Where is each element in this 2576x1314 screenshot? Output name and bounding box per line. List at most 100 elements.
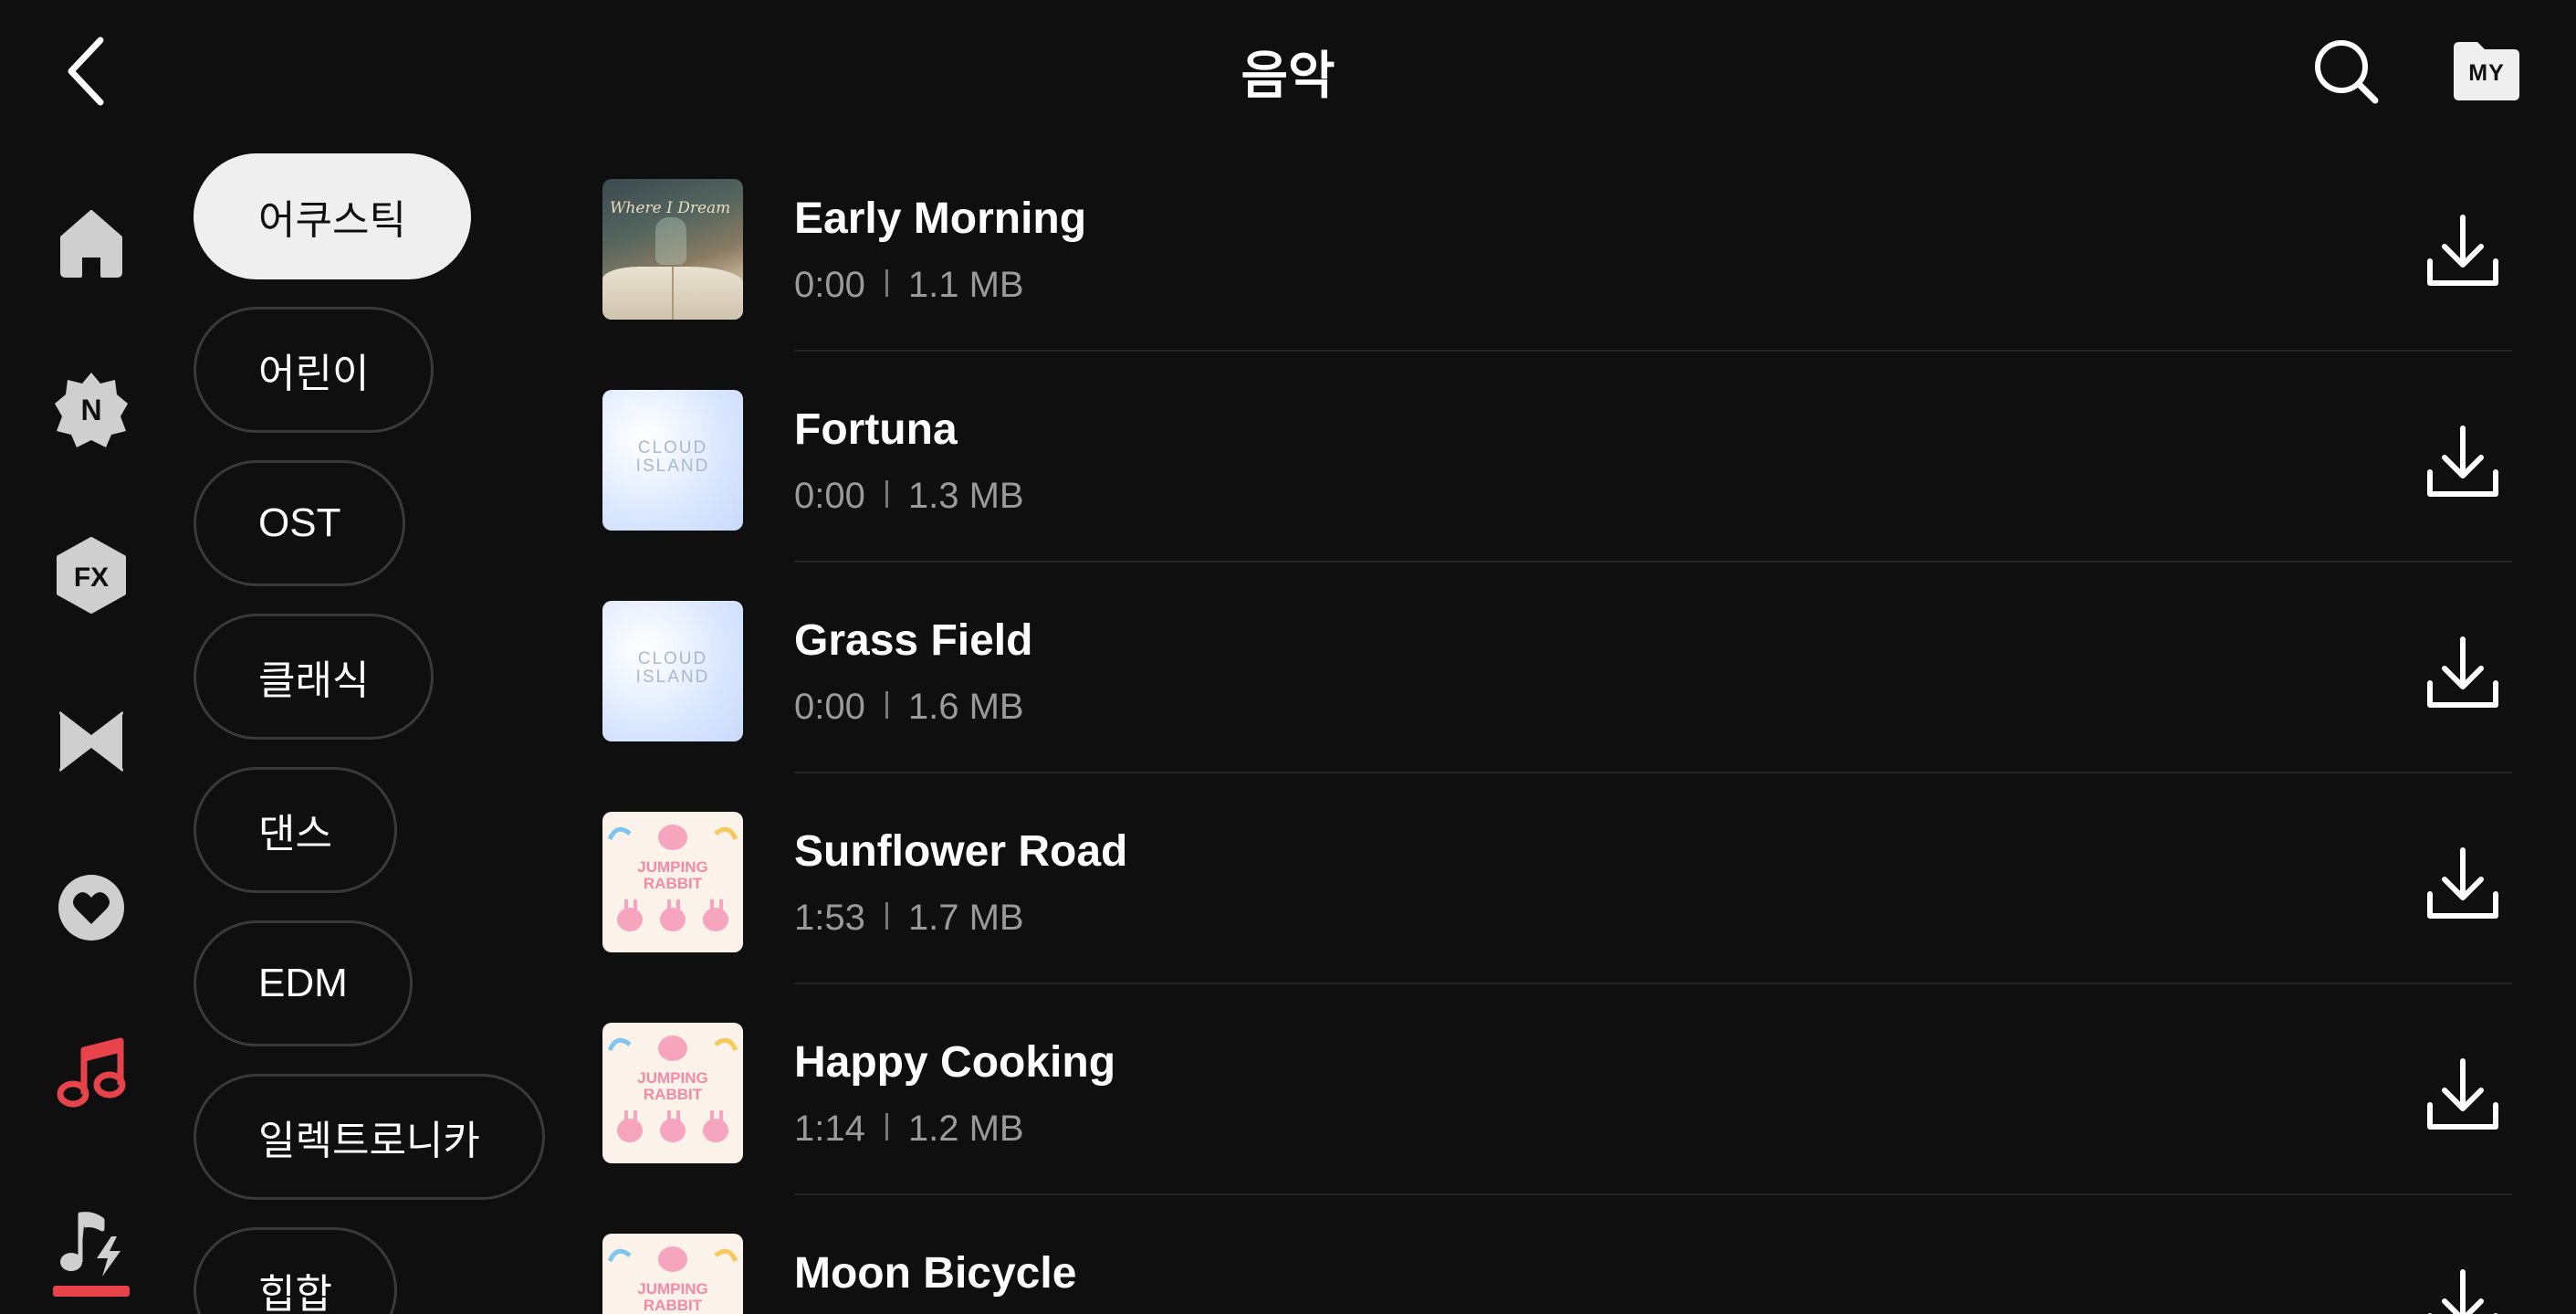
page-title: 음악 (1241, 47, 1335, 104)
music-library-screen: 음악 MY N FX 어쿠스틱 어린이 OST 클래식 댄스 EDM 일렉트로니… (0, 0, 2576, 1314)
album-art-text: CLOUD (637, 649, 708, 668)
genre-chip-kids[interactable]: 어린이 (194, 307, 435, 433)
album-art-line: RABBIT (643, 1297, 703, 1314)
nav-new[interactable]: N (46, 363, 137, 455)
meta-separator (885, 1113, 888, 1141)
download-icon (2427, 847, 2498, 919)
nav-transitions[interactable] (46, 696, 137, 787)
track-row[interactable]: JUMPING RABBIT Happy Cooking 1:14 1.2 MB (602, 1014, 2519, 1225)
download-button[interactable] (2419, 208, 2507, 296)
album-art-line: JUMPING (637, 1280, 708, 1298)
track-size: 1.2 MB (907, 1109, 1024, 1149)
track-row[interactable]: Where I Dream Early Morning 0:00 1.1 MB (602, 170, 2519, 381)
album-art-text: ISLAND (635, 457, 710, 476)
meta-separator (885, 902, 888, 930)
album-art-line: RABBIT (643, 1086, 703, 1103)
meta-separator (885, 480, 888, 508)
genre-chip-label: 클래식 (258, 658, 370, 703)
album-art-line: RABBIT (643, 875, 703, 892)
nav-music[interactable] (46, 1028, 137, 1120)
album-art-text: JUMPING RABBIT (602, 1070, 743, 1103)
side-nav: N FX (0, 146, 183, 1314)
download-button[interactable] (2419, 419, 2507, 507)
track-meta: 0:00 1.6 MB (794, 687, 1024, 728)
track-title: Sunflower Road (794, 827, 1128, 876)
track-meta: 1:14 1.2 MB (794, 1109, 1024, 1150)
track-list: Where I Dream Early Morning 0:00 1.1 MB C… (602, 170, 2519, 1314)
nav-effects[interactable]: FX (46, 530, 137, 621)
track-row[interactable]: JUMPING RABBIT Moon Bicycle (602, 1225, 2519, 1314)
album-art-line: JUMPING (637, 1069, 708, 1087)
row-divider (794, 983, 2512, 984)
genre-chip-label: 일렉트로니카 (258, 1119, 480, 1163)
genre-filter-list: 어쿠스틱 어린이 OST 클래식 댄스 EDM 일렉트로니카 힙합 (194, 153, 545, 1314)
fx-icon: FX (57, 537, 126, 614)
album-art-text: ISLAND (635, 668, 710, 687)
genre-chip-classical[interactable]: 클래식 (194, 614, 435, 740)
genre-chip-label: 어린이 (258, 352, 370, 396)
track-title: Fortuna (794, 405, 958, 454)
download-button[interactable] (2419, 630, 2507, 718)
nav-favorites[interactable] (46, 862, 137, 953)
svg-text:FX: FX (74, 562, 109, 593)
nav-sound-effects[interactable] (46, 1196, 137, 1288)
row-divider (794, 1193, 2512, 1195)
row-divider (794, 561, 2512, 562)
search-button[interactable] (2311, 37, 2381, 106)
bowtie-icon (59, 711, 123, 772)
chevron-left-icon (68, 37, 104, 106)
album-art: CLOUD ISLAND (602, 390, 743, 531)
album-art: JUMPING RABBIT (602, 1023, 743, 1163)
track-row[interactable]: CLOUD ISLAND Grass Field 0:00 1.6 MB (602, 592, 2519, 803)
genre-chip-ost[interactable]: OST (194, 460, 406, 586)
download-button[interactable] (2419, 1263, 2507, 1314)
download-button[interactable] (2419, 1052, 2507, 1140)
track-meta: 1:53 1.7 MB (794, 898, 1024, 939)
album-art-text: Where I Dream (610, 199, 731, 217)
album-art: JUMPING RABBIT (602, 1234, 743, 1314)
track-row[interactable]: JUMPING RABBIT Sunflower Road 1:53 1.7 MB (602, 803, 2519, 1014)
svg-text:N: N (80, 394, 101, 426)
track-duration: 0:00 (794, 687, 865, 727)
nav-home[interactable] (46, 197, 137, 289)
track-duration: 0:00 (794, 265, 865, 305)
top-bar: 음악 MY (0, 0, 2576, 146)
album-art-text: JUMPING RABBIT (602, 1281, 743, 1314)
album-art: CLOUD ISLAND (602, 601, 743, 741)
genre-chip-electronica[interactable]: 일렉트로니카 (194, 1074, 545, 1200)
download-button[interactable] (2419, 841, 2507, 929)
download-icon (2427, 1058, 2498, 1130)
my-label: MY (2468, 60, 2505, 86)
my-folder-button[interactable]: MY (2452, 40, 2521, 102)
track-title: Moon Bicycle (794, 1249, 1077, 1298)
genre-chip-dance[interactable]: 댄스 (194, 767, 397, 893)
genre-chip-acoustic[interactable]: 어쿠스틱 (194, 153, 471, 279)
track-duration: 0:00 (794, 476, 865, 516)
track-size: 1.7 MB (907, 898, 1024, 938)
track-duration: 1:14 (794, 1109, 865, 1149)
track-title: Early Morning (794, 194, 1087, 243)
track-title: Grass Field (794, 616, 1033, 665)
track-meta: 0:00 1.3 MB (794, 476, 1024, 517)
track-title: Happy Cooking (794, 1038, 1116, 1087)
track-size: 1.6 MB (907, 687, 1024, 727)
row-divider (794, 350, 2512, 352)
genre-chip-label: EDM (258, 961, 348, 1005)
genre-chip-label: OST (258, 500, 341, 545)
genre-chip-label: 힙합 (258, 1272, 332, 1314)
genre-chip-hiphop[interactable]: 힙합 (194, 1227, 397, 1314)
download-icon (2427, 215, 2498, 286)
download-icon (2427, 426, 2498, 497)
download-icon (2427, 1269, 2498, 1314)
meta-separator (885, 691, 888, 719)
back-button[interactable] (57, 33, 120, 110)
album-art-text: CLOUD (637, 438, 708, 457)
track-size: 1.3 MB (907, 476, 1024, 516)
genre-chip-edm[interactable]: EDM (194, 920, 413, 1046)
meta-separator (885, 269, 888, 297)
track-row[interactable]: CLOUD ISLAND Fortuna 0:00 1.3 MB (602, 381, 2519, 592)
heart-icon (58, 875, 124, 941)
album-art-text: JUMPING RABBIT (602, 859, 743, 892)
row-divider (794, 772, 2512, 773)
download-icon (2427, 636, 2498, 708)
